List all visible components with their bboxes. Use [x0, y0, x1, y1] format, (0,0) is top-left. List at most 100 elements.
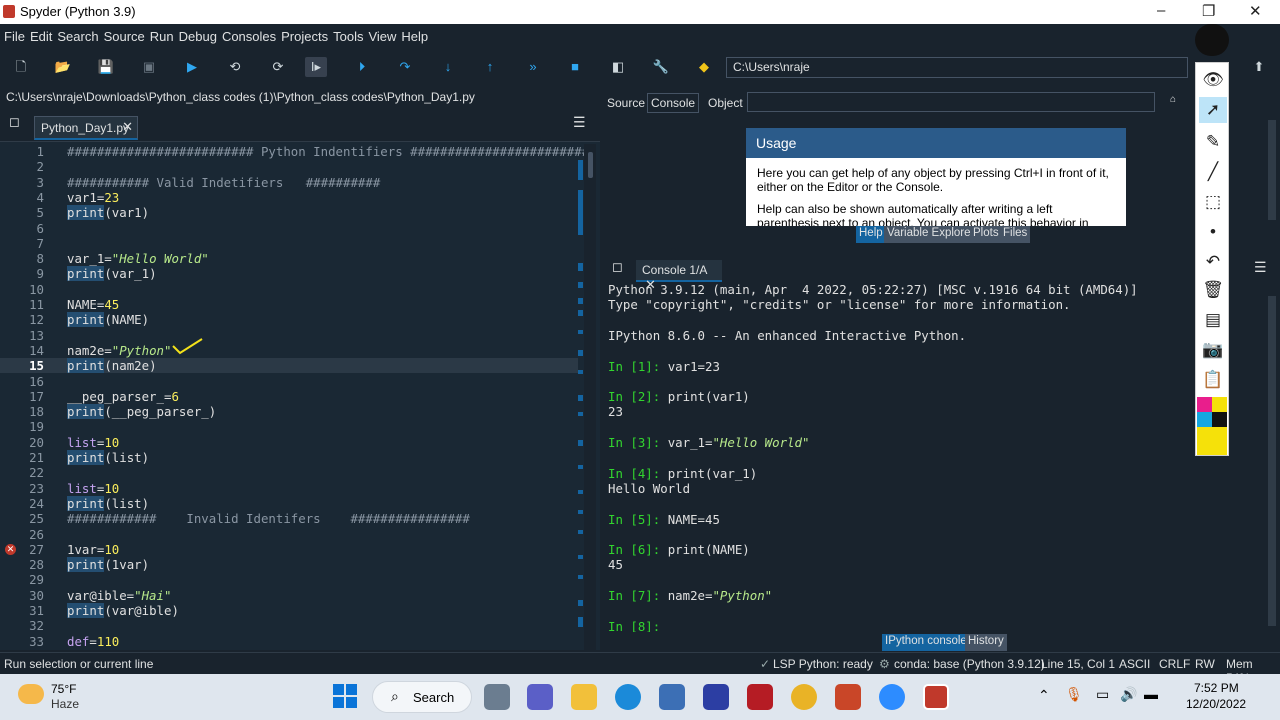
code-line[interactable]: 8 var_1="Hello World": [0, 251, 578, 266]
browse-consoles-icon[interactable]: ◻: [612, 259, 623, 275]
code-line[interactable]: 6: [0, 221, 578, 236]
parent-directory-icon[interactable]: ⬆: [1248, 57, 1270, 77]
step-into-icon[interactable]: ↓: [437, 57, 459, 77]
code-line[interactable]: 7: [0, 236, 578, 251]
pen-tool-icon[interactable]: [1195, 24, 1229, 56]
run-cell-advance-icon[interactable]: ⟳: [267, 57, 289, 77]
menu-view[interactable]: View: [368, 29, 396, 44]
editor-file-tab[interactable]: Python_Day1.py ✕: [34, 116, 138, 140]
menu-search[interactable]: Search: [57, 29, 98, 44]
step-return-icon[interactable]: ↑: [479, 57, 501, 77]
dot-icon[interactable]: •: [1199, 219, 1227, 245]
code-line[interactable]: 3 ########### Valid Indetifiers #########…: [0, 175, 578, 190]
editor-options-menu-icon[interactable]: ☰: [573, 114, 586, 131]
working-directory-input[interactable]: C:\Users\nraje: [726, 57, 1188, 78]
volume-icon[interactable]: 🔊: [1120, 686, 1137, 703]
tab-help[interactable]: Help: [856, 226, 886, 243]
code-line[interactable]: 19: [0, 419, 578, 434]
code-line[interactable]: 27 1var=10: [0, 542, 578, 557]
camera-icon[interactable]: 📷: [1199, 337, 1227, 363]
selected-color-swatch[interactable]: [1197, 427, 1227, 455]
zoom-icon[interactable]: [879, 684, 905, 710]
maximize-button[interactable]: ❐: [1202, 2, 1215, 20]
code-line[interactable]: 14 nam2e="Python": [0, 343, 578, 358]
code-line[interactable]: 15 print(nam2e): [0, 358, 578, 374]
minimize-button[interactable]: –: [1157, 2, 1165, 19]
code-editor[interactable]: 1 ######################### Python Indent…: [0, 144, 590, 650]
console-tab[interactable]: Console 1/A ✕: [636, 260, 722, 292]
open-file-icon[interactable]: 📂: [52, 57, 74, 77]
run-file-icon[interactable]: ▶: [181, 57, 203, 77]
clock-date[interactable]: 12/20/2022: [1186, 697, 1246, 711]
code-line[interactable]: 5 print(var1): [0, 205, 578, 221]
run-selection-icon[interactable]: I▸: [305, 57, 327, 77]
code-line[interactable]: 2: [0, 159, 578, 174]
color-swatch-cyan[interactable]: [1197, 412, 1212, 427]
editor-scrollbar[interactable]: [584, 144, 596, 650]
microsoft-store-icon[interactable]: [659, 684, 685, 710]
code-line[interactable]: 32: [0, 618, 578, 633]
color-swatch-magenta[interactable]: [1197, 397, 1212, 412]
file-explorer-icon[interactable]: [571, 684, 597, 710]
python-path-icon[interactable]: ◆: [693, 57, 715, 77]
menu-help[interactable]: Help: [401, 29, 428, 44]
microphone-icon[interactable]: 🎙: [1065, 686, 1083, 703]
menu-file[interactable]: File: [4, 29, 25, 44]
whiteboard-icon[interactable]: ▤: [1199, 307, 1227, 333]
help-scrollbar[interactable]: [1268, 120, 1276, 220]
weather-icon[interactable]: [18, 684, 44, 704]
preferences-wrench-icon[interactable]: 🔧: [650, 57, 672, 77]
menu-source[interactable]: Source: [104, 29, 145, 44]
code-line[interactable]: 16: [0, 374, 578, 389]
powerpoint-icon[interactable]: [835, 684, 861, 710]
teams-chat-icon[interactable]: [527, 684, 553, 710]
stop-debug-icon[interactable]: ■: [564, 57, 586, 77]
code-line[interactable]: 29: [0, 572, 578, 587]
home-icon[interactable]: ⌂: [1170, 94, 1176, 105]
code-line[interactable]: 23 list=10: [0, 481, 578, 496]
save-all-icon[interactable]: ▣: [138, 57, 160, 77]
eye-icon[interactable]: 👁: [1199, 67, 1227, 93]
code-line[interactable]: 4 var1=23: [0, 190, 578, 205]
code-line[interactable]: 12 print(NAME): [0, 312, 578, 328]
code-line[interactable]: 11 NAME=45: [0, 297, 578, 312]
help-source-select[interactable]: Console: [647, 93, 700, 113]
close-tab-icon[interactable]: ✕: [122, 119, 133, 135]
debug-icon[interactable]: ⏵: [351, 57, 373, 77]
tab-files[interactable]: Files: [1000, 226, 1031, 243]
code-line[interactable]: 1 ######################### Python Indent…: [0, 144, 590, 159]
color-swatch-yellow[interactable]: [1212, 397, 1227, 412]
menu-run[interactable]: Run: [150, 29, 174, 44]
console-options-menu-icon[interactable]: ☰: [1254, 259, 1267, 276]
trash-icon[interactable]: 🗑: [1199, 277, 1227, 303]
task-view-icon[interactable]: [484, 684, 510, 710]
run-cell-icon[interactable]: ⟲: [224, 57, 246, 77]
show-hidden-icons-icon[interactable]: ⌃: [1038, 687, 1050, 704]
windows-start-icon[interactable]: [333, 684, 357, 708]
battery-icon[interactable]: ▬: [1144, 686, 1158, 702]
highlighter-icon[interactable]: ✎: [1199, 129, 1227, 155]
tab-history[interactable]: History: [965, 634, 1007, 651]
code-line[interactable]: 9 print(var_1): [0, 266, 578, 282]
eraser-icon[interactable]: ⬚: [1199, 189, 1227, 215]
edge-browser-icon[interactable]: [615, 684, 641, 710]
line-pen-icon[interactable]: ╱: [1199, 159, 1227, 185]
close-button[interactable]: ✕: [1249, 2, 1262, 20]
save-icon[interactable]: 💾: [95, 57, 117, 77]
new-file-icon[interactable]: 🗋: [10, 57, 32, 77]
undo-icon[interactable]: ↶: [1199, 249, 1227, 275]
spyder-taskbar-icon[interactable]: [923, 684, 949, 710]
clock-time[interactable]: 7:52 PM: [1194, 681, 1239, 695]
debug-step-icon[interactable]: ↷: [394, 57, 416, 77]
code-line[interactable]: 30 var@ible="Hai": [0, 588, 578, 603]
code-line[interactable]: 31 print(var@ible): [0, 603, 578, 618]
menu-consoles[interactable]: Consoles: [222, 29, 276, 44]
mcafee-icon[interactable]: [747, 684, 773, 710]
tab-plots[interactable]: Plots: [970, 226, 1002, 243]
object-input[interactable]: [747, 92, 1155, 112]
code-line[interactable]: 20 list=10: [0, 435, 578, 450]
pointer-arrow-icon[interactable]: ➚: [1199, 97, 1227, 123]
code-line[interactable]: 18 print(__peg_parser_): [0, 404, 578, 420]
browse-tabs-icon[interactable]: ◻: [9, 114, 20, 130]
clipboard-icon[interactable]: 📋: [1199, 367, 1227, 393]
